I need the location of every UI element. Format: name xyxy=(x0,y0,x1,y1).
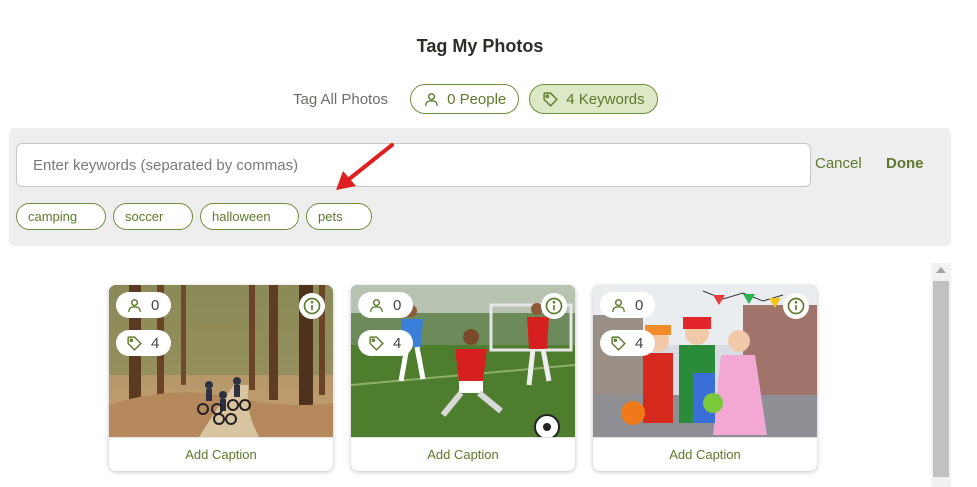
people-count-badge[interactable]: 0 xyxy=(600,292,656,318)
people-count-badge[interactable]: 0 xyxy=(358,292,414,318)
people-tab-button[interactable]: 0 People xyxy=(410,84,520,114)
keyword-count: 4 xyxy=(151,334,160,352)
photo-card: 0 4 Add Caption xyxy=(351,285,575,471)
photo-card: 0 4 Add Caption xyxy=(109,285,333,471)
photo-card: 0 4 Add Caption xyxy=(593,285,817,471)
people-tab-label: 0 People xyxy=(447,90,507,108)
annotation-arrow xyxy=(336,143,394,190)
info-button[interactable] xyxy=(299,293,325,319)
keywords-tab-button[interactable]: 4 Keywords xyxy=(529,84,658,114)
keyword-count: 4 xyxy=(635,334,644,352)
tag-icon xyxy=(369,335,384,351)
people-count-badge[interactable]: 0 xyxy=(116,292,172,318)
keyword-count: 4 xyxy=(393,334,402,352)
tag-icon xyxy=(127,335,142,351)
scroll-thumb[interactable] xyxy=(933,281,949,477)
keyword-panel: Cancel Done camping soccer halloween pet… xyxy=(9,128,951,246)
keywords-input[interactable] xyxy=(16,143,811,187)
people-count: 0 xyxy=(151,296,160,314)
person-icon xyxy=(612,298,625,312)
info-icon xyxy=(787,297,805,315)
add-caption-button[interactable]: Add Caption xyxy=(109,437,333,471)
page-title: Tag My Photos xyxy=(416,36,544,56)
info-icon xyxy=(545,297,563,315)
done-button[interactable]: Done xyxy=(886,155,924,172)
tag-all-photos-label: Tag All Photos xyxy=(293,90,389,108)
keyword-chip-list: camping soccer halloween pets xyxy=(16,203,372,230)
person-icon xyxy=(128,298,141,312)
photo-camping-image[interactable]: 0 4 xyxy=(109,285,333,437)
cancel-button[interactable]: Cancel xyxy=(815,155,862,172)
keyword-count-badge[interactable]: 4 xyxy=(600,330,656,356)
keyword-count-badge[interactable]: 4 xyxy=(116,330,172,356)
photo-halloween-image[interactable]: 0 4 xyxy=(593,285,817,437)
info-icon xyxy=(303,297,321,315)
keyword-chip-pets[interactable]: pets xyxy=(306,203,372,230)
photo-soccer-image[interactable]: 0 4 xyxy=(351,285,575,437)
tag-toolbar: Tag All Photos 0 People 4 Keywords xyxy=(293,84,658,114)
tag-icon xyxy=(543,91,559,107)
keyword-chip-soccer[interactable]: soccer xyxy=(113,203,193,230)
info-button[interactable] xyxy=(783,293,809,319)
keywords-tab-label: 4 Keywords xyxy=(566,90,645,108)
person-icon xyxy=(425,92,438,106)
info-button[interactable] xyxy=(541,293,567,319)
keyword-chip-camping[interactable]: camping xyxy=(16,203,106,230)
scroll-up-arrow[interactable] xyxy=(936,267,946,273)
add-caption-button[interactable]: Add Caption xyxy=(351,437,575,471)
tag-icon xyxy=(611,335,626,351)
add-caption-button[interactable]: Add Caption xyxy=(593,437,817,471)
person-icon xyxy=(370,298,383,312)
vertical-scrollbar[interactable] xyxy=(931,263,951,487)
people-count: 0 xyxy=(635,296,644,314)
people-count: 0 xyxy=(393,296,402,314)
keyword-count-badge[interactable]: 4 xyxy=(358,330,414,356)
photo-grid: 0 4 Add Caption 0 4 Add Caption 0 4 Add … xyxy=(109,285,817,471)
keyword-chip-halloween[interactable]: halloween xyxy=(200,203,299,230)
